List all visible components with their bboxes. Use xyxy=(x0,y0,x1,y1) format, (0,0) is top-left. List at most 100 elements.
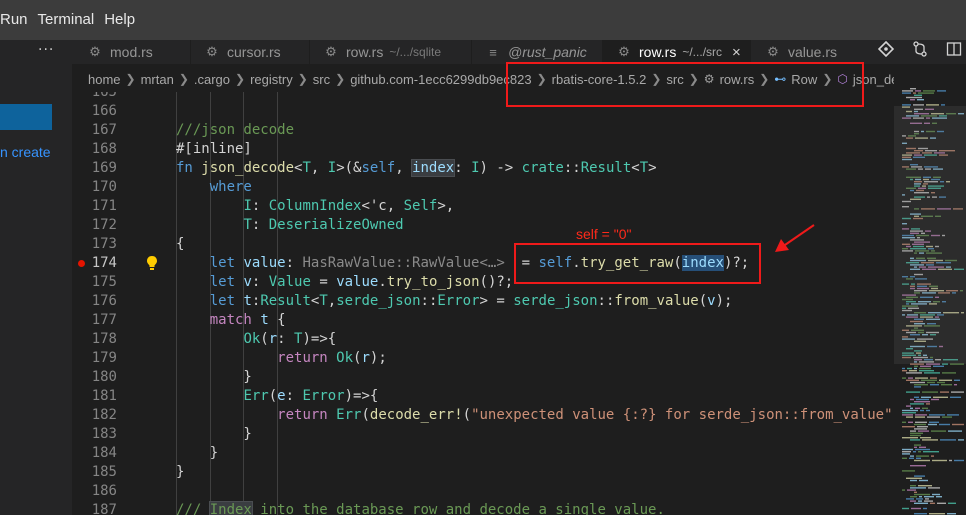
code-text: T: DeserializeOwned xyxy=(243,217,404,233)
line-number: 168 xyxy=(91,141,117,157)
line-number: 178 xyxy=(91,331,117,347)
annotation-label: self = "0" xyxy=(576,226,632,242)
code-text: ///json decode xyxy=(176,122,295,138)
code-line-184[interactable]: 184 } xyxy=(72,444,894,463)
minimap[interactable] xyxy=(894,66,966,515)
code-text: Err(e: Error)=>{ xyxy=(243,388,379,404)
code-line-183[interactable]: 183 } xyxy=(72,425,894,444)
code-line-180[interactable]: 180 } xyxy=(72,368,894,387)
tab-label: row.rs xyxy=(346,44,384,60)
chevron-right-icon: ❯ xyxy=(125,72,136,86)
line-number: 177 xyxy=(91,312,117,328)
code-text: fn json_decode<T, I>(&self, index: I) ->… xyxy=(176,159,657,177)
line-number: 187 xyxy=(91,502,117,515)
code-line-172[interactable]: 172 T: DeserializeOwned xyxy=(72,216,894,235)
code-text: } xyxy=(176,464,185,480)
line-number: 176 xyxy=(91,293,117,309)
tab-row-rs-sqlite[interactable]: ⚙ row.rs ~/.../sqlite xyxy=(310,40,471,64)
tab-bar: ⚙ mod.rs ⚙ cursor.rs ⚙ row.rs ~/.../sqli… xyxy=(72,40,966,64)
menu-terminal[interactable]: Terminal xyxy=(33,0,100,40)
breadcrumb-src[interactable]: src xyxy=(313,72,330,87)
line-number: 186 xyxy=(91,483,117,499)
code-line-179[interactable]: 179 return Ok(r); xyxy=(72,349,894,368)
code-text: { xyxy=(176,236,185,252)
code-line-174[interactable]: 174 let value: HasRawValue::RawValue<…> … xyxy=(72,254,894,273)
code-text: return Err(decode_err!("unexpected value… xyxy=(277,407,894,423)
sidebar: ··· n create xyxy=(0,40,72,515)
code-text: let v: Value = value.try_to_json()?; xyxy=(209,274,514,290)
code-line-170[interactable]: 170 where xyxy=(72,178,894,197)
tab-path: ~/.../sqlite xyxy=(389,45,442,59)
code-line-187[interactable]: 187 /// Index into the database row and d… xyxy=(72,501,894,515)
line-number: 166 xyxy=(91,103,117,119)
tab-label: @rust_panic xyxy=(508,44,587,60)
code-text: where xyxy=(209,179,252,195)
split-editor-icon[interactable] xyxy=(944,41,964,61)
code-line-181[interactable]: 181 Err(e: Error)=>{ xyxy=(72,387,894,406)
line-number: 171 xyxy=(91,198,117,214)
menu-run[interactable]: Run xyxy=(0,0,33,40)
chevron-right-icon: ❯ xyxy=(297,72,308,86)
gear-icon: ⚙ xyxy=(206,44,218,59)
line-number: 181 xyxy=(91,388,117,404)
code-text: Ok(r: T)=>{ xyxy=(243,331,337,347)
minimap-slider[interactable] xyxy=(894,106,966,364)
line-number: 179 xyxy=(91,350,117,366)
source-control-icon[interactable] xyxy=(910,41,930,61)
sidebar-create-link[interactable]: n create xyxy=(0,144,51,160)
close-icon[interactable]: × xyxy=(732,44,741,61)
code-line-177[interactable]: 177 match t { xyxy=(72,311,894,330)
lightbulb-icon[interactable] xyxy=(146,255,158,271)
code-line-176[interactable]: 176 let t:Result<T,serde_json::Error> = … xyxy=(72,292,894,311)
code-text: } xyxy=(176,426,252,442)
tab-path: ~/.../src xyxy=(682,45,723,59)
line-number: 165 xyxy=(91,92,117,100)
tab-row-rs-src[interactable]: ⚙ row.rs ~/.../src × xyxy=(603,40,751,64)
line-number: 173 xyxy=(91,236,117,252)
code-line-168[interactable]: 168 #[inline] xyxy=(72,140,894,159)
line-number: 172 xyxy=(91,217,117,233)
tab-cursor-rs[interactable]: ⚙ cursor.rs xyxy=(191,40,309,64)
code-text: #[inline] xyxy=(176,141,252,157)
code-text: let t:Result<T,serde_json::Error> = serd… xyxy=(209,293,733,309)
code-editor[interactable]: 165 166 167 ///json decode 168 #[inline] 169 fn… xyxy=(72,92,894,515)
code-text: return Ok(r); xyxy=(277,350,387,366)
tab-label: cursor.rs xyxy=(227,44,281,60)
breadcrumb-mrtan[interactable]: mrtan xyxy=(141,72,174,87)
line-number: 185 xyxy=(91,464,117,480)
code-line-171[interactable]: 171 I: ColumnIndex<'c, Self>, xyxy=(72,197,894,216)
code-line-185[interactable]: 185} xyxy=(72,463,894,482)
code-line-167[interactable]: 167 ///json decode xyxy=(72,121,894,140)
chevron-right-icon: ❯ xyxy=(178,72,189,86)
sidebar-selected-button[interactable] xyxy=(0,104,52,130)
code-line-186[interactable]: 186 xyxy=(72,482,894,501)
code-line-178[interactable]: 178 Ok(r: T)=>{ xyxy=(72,330,894,349)
breadcrumb-github[interactable]: github.com-1ecc6299db9ec823 xyxy=(350,72,531,87)
gear-icon: ⚙ xyxy=(618,44,630,59)
tab-label: value.rs xyxy=(788,44,838,60)
gear-icon: ⚙ xyxy=(767,44,779,59)
menu-help[interactable]: Help xyxy=(99,0,140,40)
line-number: 180 xyxy=(91,369,117,385)
tab-mod-rs[interactable]: ⚙ mod.rs xyxy=(72,40,190,64)
line-number: 170 xyxy=(91,179,117,195)
breadcrumb-home[interactable]: home xyxy=(88,72,121,87)
breakpoint-icon[interactable] xyxy=(78,260,85,267)
breadcrumb-cargo[interactable]: .cargo xyxy=(194,72,230,87)
code-line-182[interactable]: 182 return Err(decode_err!("unexpected v… xyxy=(72,406,894,425)
tab-label: mod.rs xyxy=(110,44,153,60)
code-line-169[interactable]: 169 fn json_decode<T, I>(&self, index: I)… xyxy=(72,159,894,178)
line-number: 167 xyxy=(91,122,117,138)
code-line-173[interactable]: 173 { xyxy=(72,235,894,254)
line-number: 182 xyxy=(91,407,117,423)
tab-value-rs[interactable]: ⚙ value.rs xyxy=(752,40,862,64)
code-text: } xyxy=(176,369,252,385)
git-compare-icon[interactable] xyxy=(876,40,896,61)
code-text: I: ColumnIndex<'c, Self>, xyxy=(243,198,455,214)
code-text: } xyxy=(176,445,219,461)
code-line-175[interactable]: 175 let v: Value = value.try_to_json()?; xyxy=(72,273,894,292)
tab-rust-panic[interactable]: ≡ @rust_panic xyxy=(472,40,602,64)
chevron-right-icon: ❯ xyxy=(235,72,246,86)
more-actions-icon[interactable]: ··· xyxy=(38,42,54,58)
breadcrumb-registry[interactable]: registry xyxy=(250,72,293,87)
